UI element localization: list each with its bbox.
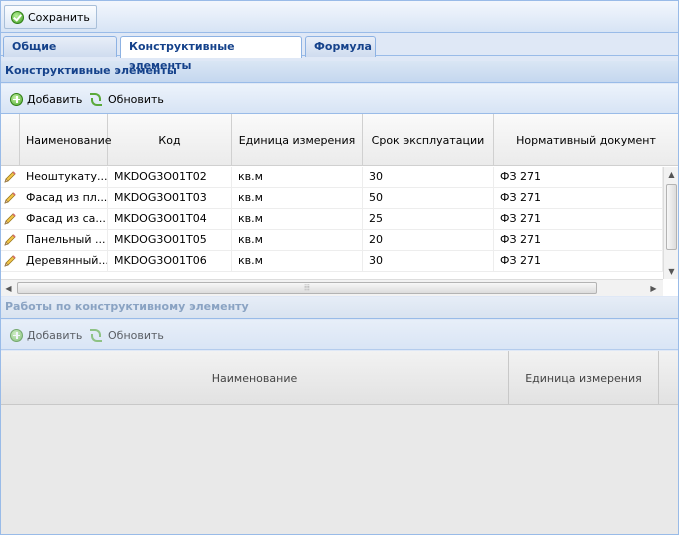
works-grid-body — [1, 405, 678, 534]
tab-general[interactable]: Общие сведения — [3, 36, 117, 72]
works-grid-header: Наименование Единица измерения — [1, 351, 678, 405]
check-circle-icon — [11, 10, 24, 24]
cell-code: MKDOG3O01T05 — [108, 230, 232, 250]
vertical-scrollbar[interactable]: ▲ ▼ — [663, 167, 678, 279]
works-column-header-name[interactable]: Наименование — [1, 351, 509, 405]
pencil-icon[interactable] — [3, 254, 17, 268]
pencil-icon[interactable] — [3, 191, 17, 205]
refresh-elements-label: Обновить — [108, 92, 164, 106]
column-header-lifetime[interactable]: Срок эксплуатации — [363, 114, 494, 166]
cell-lifetime: 30 — [363, 167, 494, 187]
refresh-elements-button[interactable]: Обновить — [82, 87, 171, 111]
cell-unit: кв.м — [232, 167, 363, 187]
cell-doc: ФЗ 271 — [494, 209, 663, 229]
cell-name: Деревянный... — [20, 251, 108, 271]
cell-doc: ФЗ 271 — [494, 251, 663, 271]
tab-structural-elements[interactable]: Конструктивные элементы — [120, 36, 302, 72]
refresh-icon — [89, 328, 104, 342]
cell-unit: кв.м — [232, 209, 363, 229]
pencil-icon[interactable] — [3, 212, 17, 226]
save-button-label: Сохранить — [28, 10, 90, 24]
pencil-icon[interactable] — [3, 170, 17, 184]
cell-unit: кв.м — [232, 251, 363, 271]
cell-lifetime: 20 — [363, 230, 494, 250]
tab-bar: Общие сведения Конструктивные элементы Ф… — [1, 34, 678, 72]
table-row[interactable]: Фасад из са... MKDOG3O01T04 кв.м 25 ФЗ 271 — [1, 209, 663, 230]
cell-doc: ФЗ 271 — [494, 230, 663, 250]
cell-name: Неоштукату... — [20, 167, 108, 187]
top-toolbar: Сохранить — [1, 1, 678, 33]
plus-circle-icon — [10, 328, 23, 342]
horizontal-scroll-thumb[interactable]: ⦙⦙⦙ — [17, 282, 597, 294]
add-work-label: Добавить — [27, 328, 83, 342]
scroll-left-icon[interactable]: ◀ — [1, 281, 16, 296]
works-toolbar: Добавить Обновить — [1, 320, 678, 350]
refresh-icon — [89, 92, 104, 106]
cell-code: MKDOG3O01T02 — [108, 167, 232, 187]
scroll-right-icon[interactable]: ▶ — [646, 281, 661, 296]
works-panel-title: Работы по конструктивному элементу — [1, 297, 678, 319]
pencil-icon[interactable] — [3, 233, 17, 247]
table-row[interactable]: Неоштукату... MKDOG3O01T02 кв.м 30 ФЗ 271 — [1, 167, 663, 188]
cell-name: Фасад из са... — [20, 209, 108, 229]
window: Сохранить Общие сведения Конструктивные … — [0, 0, 679, 535]
cell-doc: ФЗ 271 — [494, 188, 663, 208]
save-button[interactable]: Сохранить — [4, 5, 97, 29]
table-row[interactable]: Фасад из пл... MKDOG3O01T03 кв.м 50 ФЗ 271 — [1, 188, 663, 209]
horizontal-scrollbar[interactable]: ◀ ⦙⦙⦙ ▶ — [1, 279, 663, 296]
table-row[interactable]: Деревянный... MKDOG3O01T06 кв.м 30 ФЗ 271 — [1, 251, 663, 272]
column-header-code[interactable]: Код — [108, 114, 232, 166]
cell-unit: кв.м — [232, 230, 363, 250]
elements-grid-header: Наименование Код Единица измерения Срок … — [1, 114, 678, 166]
cell-name: Панельный ... — [20, 230, 108, 250]
cell-doc: ФЗ 271 — [494, 167, 663, 187]
cell-lifetime: 25 — [363, 209, 494, 229]
cell-lifetime: 30 — [363, 251, 494, 271]
cell-code: MKDOG3O01T03 — [108, 188, 232, 208]
elements-toolbar: Добавить Обновить — [1, 84, 678, 114]
cell-lifetime: 50 — [363, 188, 494, 208]
vertical-scroll-thumb[interactable] — [666, 184, 677, 250]
scroll-down-icon[interactable]: ▼ — [664, 264, 678, 279]
table-row[interactable]: Панельный ... MKDOG3O01T05 кв.м 20 ФЗ 271 — [1, 230, 663, 251]
refresh-works-button[interactable]: Обновить — [82, 323, 171, 347]
column-header-unit[interactable]: Единица измерения — [232, 114, 363, 166]
cell-code: MKDOG3O01T04 — [108, 209, 232, 229]
scroll-up-icon[interactable]: ▲ — [664, 167, 678, 182]
tab-formula[interactable]: Формула — [305, 36, 376, 57]
edit-column-header — [1, 114, 20, 166]
column-header-document[interactable]: Нормативный документ — [494, 114, 678, 166]
cell-name: Фасад из пл... — [20, 188, 108, 208]
cell-unit: кв.м — [232, 188, 363, 208]
works-column-header-unit[interactable]: Единица измерения — [509, 351, 659, 405]
elements-panel-title: Конструктивные элементы — [1, 61, 678, 83]
plus-circle-icon — [10, 92, 23, 106]
elements-grid: Наименование Код Единица измерения Срок … — [1, 114, 678, 296]
add-work-button[interactable]: Добавить — [3, 323, 89, 347]
refresh-works-label: Обновить — [108, 328, 164, 342]
add-element-label: Добавить — [27, 92, 83, 106]
column-header-name[interactable]: Наименование — [20, 114, 111, 166]
cell-code: MKDOG3O01T06 — [108, 251, 232, 271]
add-element-button[interactable]: Добавить — [3, 87, 89, 111]
